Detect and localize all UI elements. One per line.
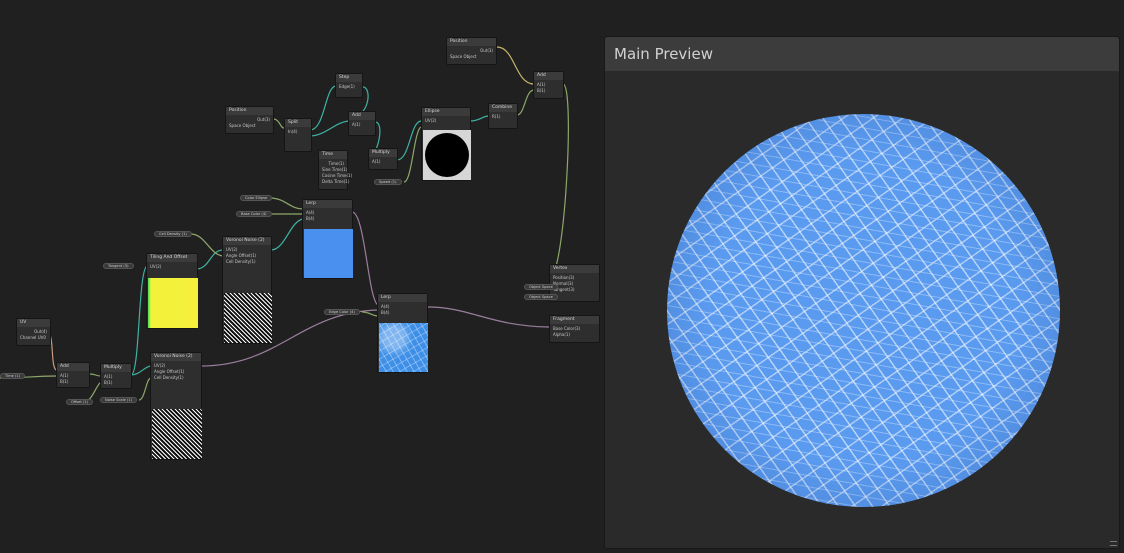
ellipse-node[interactable]: Ellipse UV(2) <box>421 107 471 181</box>
lerp-b-b: B(4) <box>381 310 390 315</box>
wire <box>550 83 569 277</box>
wire <box>351 211 379 306</box>
position-node-top-title: Position <box>447 38 496 46</box>
lerp-node-a[interactable]: Lerp A(4) B(4) <box>302 199 353 279</box>
position-node[interactable]: Position Out(3) Space Object <box>225 106 274 134</box>
split-node-in: In(4) <box>288 129 298 134</box>
wire <box>427 306 550 328</box>
voronoi-b-density: Cell Density(1) <box>154 375 184 380</box>
add-node-top-b: B(1) <box>537 88 546 93</box>
time-node[interactable]: Time Time(1) Sine Time(1) Cosine Time(1)… <box>318 150 352 190</box>
combine-node-title: Combine <box>489 104 517 112</box>
combine-node-r: R(1) <box>492 114 501 119</box>
property-pill[interactable]: Speed (1) <box>374 179 402 185</box>
property-pill[interactable]: Tangent (3) <box>103 263 134 269</box>
multiply-node-b: B(1) <box>104 380 113 385</box>
voronoi-node-b-title: Voronoi Noise (2) <box>151 353 201 361</box>
preview-sphere[interactable] <box>667 114 1060 507</box>
property-pill[interactable]: Cell Density (1) <box>154 231 192 237</box>
voronoi-node-a[interactable]: Voronoi Noise (2) UV(2) Angle Offset(1) … <box>222 236 272 344</box>
tiling-node-title: Tiling And Offset <box>147 254 197 262</box>
voronoi-a-preview <box>224 293 272 343</box>
multiply-node-small-a: A(1) <box>372 159 381 164</box>
lerp-node-b-title: Lerp <box>378 294 427 302</box>
lerp-node-a-title: Lerp <box>303 200 352 208</box>
time-node-title: Time <box>319 151 347 159</box>
lerp-a-b: B(4) <box>306 216 315 221</box>
wire <box>270 218 304 251</box>
uv-node-title: UV <box>17 319 50 327</box>
position-node-top-space[interactable]: Space Object <box>450 54 493 60</box>
add-node-mid-a: A(1) <box>352 122 361 127</box>
multiply-node-title: Multiply <box>101 364 131 372</box>
position-node-top[interactable]: Position Out(3) Space Object <box>446 37 497 65</box>
uv-node-channel[interactable]: Channel UV0 <box>20 335 47 341</box>
add-node-mid-title: Add <box>349 112 375 120</box>
position-node-title: Position <box>226 107 273 115</box>
tiling-node-uv: UV(2) <box>150 264 162 269</box>
main-preview-title[interactable]: Main Preview <box>605 37 1119 71</box>
vertex-master-title: Vertex <box>550 265 599 273</box>
time-node-delta: Delta Time(1) <box>322 179 350 184</box>
wire <box>272 118 285 129</box>
position-node-space[interactable]: Space Object <box>229 123 270 129</box>
lerp-node-b[interactable]: Lerp A(4) B(4) <box>377 293 428 373</box>
step-node-title: Step <box>336 74 362 82</box>
property-pill[interactable]: Noise Scale (1) <box>100 397 138 403</box>
step-node-edge: Edge(1) <box>339 84 355 89</box>
wire <box>195 249 224 270</box>
ellipse-node-title: Ellipse <box>422 108 470 116</box>
multiply-node-small[interactable]: Multiply A(1) <box>368 148 398 170</box>
wire <box>309 120 350 137</box>
wire <box>516 89 535 116</box>
wire <box>269 197 304 210</box>
ellipse-preview <box>423 130 471 180</box>
step-node[interactable]: Step Edge(1) <box>335 73 363 98</box>
combine-node[interactable]: Combine R(1) <box>488 103 518 129</box>
voronoi-node-b[interactable]: Voronoi Noise (2) UV(2) Angle Offset(1) … <box>150 352 202 460</box>
wire <box>130 265 148 376</box>
tiling-preview <box>148 278 198 328</box>
wire <box>496 46 535 85</box>
wire <box>361 311 379 317</box>
property-pill[interactable]: Offset (1) <box>66 399 94 405</box>
main-preview-panel[interactable]: Main Preview <box>604 36 1120 549</box>
add-node-mid[interactable]: Add A(1) <box>348 111 376 136</box>
add-node[interactable]: Add A(1) B(1) <box>56 362 90 388</box>
voronoi-a-density: Cell Density(1) <box>226 259 256 264</box>
lerp-a-preview <box>304 229 353 278</box>
resize-grip-icon[interactable] <box>1110 541 1117 546</box>
fragment-master-title: Fragment <box>550 316 599 324</box>
property-pill[interactable]: Object Space <box>524 294 558 300</box>
tiling-node[interactable]: Tiling And Offset UV(2) <box>146 253 198 329</box>
split-node[interactable]: Split In(4) <box>284 118 312 152</box>
fragment-alpha: Alpha(1) <box>553 332 571 337</box>
wire <box>469 115 490 122</box>
add-node-title: Add <box>57 363 89 371</box>
multiply-node[interactable]: Multiply A(1) B(1) <box>100 363 132 389</box>
property-pill[interactable]: Time (1) <box>0 373 26 379</box>
add-node-top[interactable]: Add A(1) B(1) <box>533 71 564 99</box>
uv-node[interactable]: UV Out(4) Channel UV0 <box>16 318 51 346</box>
wire <box>309 85 337 131</box>
property-pill[interactable]: Base Color (4) <box>236 211 272 217</box>
add-node-b: B(1) <box>60 379 69 384</box>
voronoi-node-a-title: Voronoi Noise (2) <box>223 237 271 245</box>
split-node-title: Split <box>285 119 311 127</box>
add-node-top-title: Add <box>534 72 563 80</box>
ellipse-node-uv: UV(2) <box>425 118 437 123</box>
fragment-master-node[interactable]: Fragment Base Color(3) Alpha(1) <box>549 315 600 343</box>
wire <box>396 120 422 161</box>
property-pill[interactable]: Object Space <box>524 284 558 290</box>
multiply-node-small-title: Multiply <box>369 149 397 157</box>
property-pill[interactable]: Edge Color (4) <box>324 309 360 315</box>
property-pill[interactable]: Color Ellipse <box>240 195 273 201</box>
vertex-tangent: Tangent(3) <box>553 287 575 292</box>
lerp-b-preview <box>379 323 428 372</box>
voronoi-b-preview <box>152 409 202 459</box>
wire <box>403 126 422 183</box>
ellipse-shape <box>425 133 469 177</box>
